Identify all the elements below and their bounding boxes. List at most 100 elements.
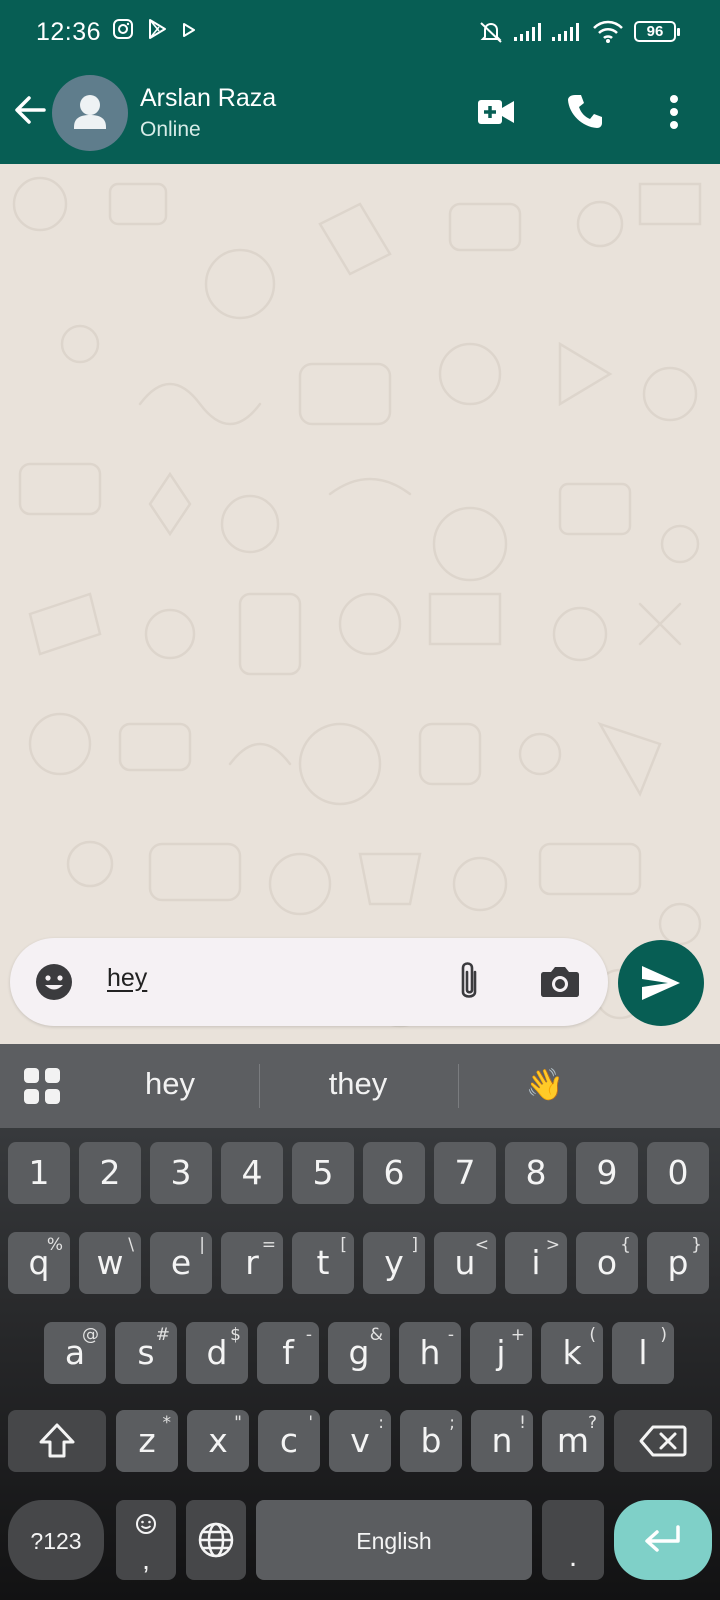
key-t[interactable]: t[ xyxy=(292,1232,354,1294)
key-hint: ' xyxy=(308,1413,313,1433)
key-hint: " xyxy=(234,1413,242,1433)
wallpaper-pattern xyxy=(12,176,702,1028)
key-hint: : xyxy=(378,1413,384,1433)
avatar[interactable] xyxy=(52,75,128,151)
key-j[interactable]: j + xyxy=(470,1322,532,1384)
suggestion-2[interactable]: they xyxy=(278,1066,438,1102)
play-store-icon xyxy=(149,19,166,39)
key-hint: | xyxy=(199,1235,205,1255)
key-p[interactable]: p} xyxy=(647,1232,709,1294)
backspace-key[interactable] xyxy=(614,1410,712,1472)
key-e[interactable]: e | xyxy=(150,1232,212,1294)
key-h[interactable]: h- xyxy=(399,1322,461,1384)
key-hint: ( xyxy=(589,1325,596,1345)
key-hint: - xyxy=(447,1325,454,1345)
key-4[interactable]: 4 xyxy=(221,1142,283,1204)
message-composer: hey xyxy=(10,938,608,1026)
attach-icon[interactable] xyxy=(455,958,483,1006)
send-button[interactable] xyxy=(618,940,704,1026)
key-r[interactable]: r = xyxy=(221,1232,283,1294)
suggestion-1[interactable]: hey xyxy=(100,1066,240,1102)
key-q[interactable]: q% xyxy=(8,1232,70,1294)
key-x[interactable]: x " xyxy=(187,1410,249,1472)
key-hint: < xyxy=(474,1235,489,1255)
key-g[interactable]: g & xyxy=(328,1322,390,1384)
camera-icon[interactable] xyxy=(540,964,580,998)
key-9[interactable]: 9 xyxy=(576,1142,638,1204)
key-n[interactable]: n! xyxy=(471,1410,533,1472)
key-v[interactable]: v: xyxy=(329,1410,391,1472)
key-hint: [ xyxy=(340,1235,347,1255)
status-bar: 12:36 96 xyxy=(0,0,720,62)
contact-status: Online xyxy=(140,118,201,141)
key-0[interactable]: 0 xyxy=(647,1142,709,1204)
enter-key[interactable] xyxy=(614,1500,712,1580)
key-hint: + xyxy=(510,1325,525,1345)
key-hint: & xyxy=(369,1325,383,1345)
suggestion-divider xyxy=(259,1064,260,1108)
language-key[interactable] xyxy=(186,1500,246,1580)
chat-header: Arslan Raza Online xyxy=(0,62,720,164)
message-input[interactable]: hey xyxy=(107,964,147,993)
key-5[interactable]: 5 xyxy=(292,1142,354,1204)
contact-name[interactable]: Arslan Raza xyxy=(140,84,276,113)
key-hint: @ xyxy=(82,1325,99,1345)
key-k[interactable]: k( xyxy=(541,1322,603,1384)
key-label: 3 xyxy=(170,1153,192,1192)
key-z[interactable]: z * xyxy=(116,1410,178,1472)
chat-area[interactable] xyxy=(0,164,720,1044)
status-time: 12:36 xyxy=(36,18,102,46)
suggestion-3[interactable]: 👋 xyxy=(480,1066,610,1103)
key-hint: * xyxy=(162,1413,172,1433)
key-label: 4 xyxy=(241,1153,263,1192)
shift-key[interactable] xyxy=(8,1410,106,1472)
key-i[interactable]: i > xyxy=(505,1232,567,1294)
voice-call-icon[interactable] xyxy=(566,92,604,130)
key-s[interactable]: s # xyxy=(115,1322,177,1384)
space-key-label: English xyxy=(356,1528,432,1554)
key-m[interactable]: m? xyxy=(542,1410,604,1472)
key-c[interactable]: c ' xyxy=(258,1410,320,1472)
key-label: 7 xyxy=(454,1153,476,1192)
key-hint: { xyxy=(620,1235,631,1255)
key-o[interactable]: o{ xyxy=(576,1232,638,1294)
key-7[interactable]: 7 xyxy=(434,1142,496,1204)
signal-icon xyxy=(552,23,579,41)
key-label: 6 xyxy=(383,1153,405,1192)
emoji-icon[interactable] xyxy=(34,962,74,1002)
keyboard-menu-icon[interactable] xyxy=(24,1068,60,1104)
enter-icon xyxy=(645,1525,680,1552)
period-key[interactable]: . xyxy=(542,1500,604,1580)
key-b[interactable]: b; xyxy=(400,1410,462,1472)
key-f[interactable]: f- xyxy=(257,1322,319,1384)
video-call-icon[interactable] xyxy=(478,98,514,126)
key-hint: ? xyxy=(587,1413,597,1433)
key-hint: % xyxy=(46,1235,63,1255)
key-3[interactable]: 3 xyxy=(150,1142,212,1204)
shift-icon xyxy=(39,1423,75,1458)
key-w[interactable]: w \ xyxy=(79,1232,141,1294)
key-hint: # xyxy=(155,1325,170,1345)
back-arrow-icon[interactable] xyxy=(12,92,48,128)
key-hint: = xyxy=(261,1235,276,1255)
key-a[interactable]: a @ xyxy=(44,1322,106,1384)
instagram-icon xyxy=(113,19,133,39)
key-d[interactable]: d $ xyxy=(186,1322,248,1384)
key-l[interactable]: l) xyxy=(612,1322,674,1384)
key-8[interactable]: 8 xyxy=(505,1142,567,1204)
space-key[interactable]: English xyxy=(256,1500,532,1580)
symbols-key-label: ?123 xyxy=(30,1528,82,1554)
key-2[interactable]: 2 xyxy=(79,1142,141,1204)
key-1[interactable]: 1 xyxy=(8,1142,70,1204)
more-options-icon[interactable] xyxy=(668,94,680,130)
symbols-key[interactable]: ?123 xyxy=(8,1500,104,1580)
key-6[interactable]: 6 xyxy=(363,1142,425,1204)
key-u[interactable]: u < xyxy=(434,1232,496,1294)
key-label: 0 xyxy=(667,1153,689,1192)
key-label: 9 xyxy=(596,1153,618,1192)
key-y[interactable]: y] xyxy=(363,1232,425,1294)
comma-key[interactable]: , xyxy=(116,1500,176,1580)
key-hint: \ xyxy=(128,1235,134,1255)
signal-icon xyxy=(514,23,541,41)
emoji-key-icon xyxy=(136,1514,156,1534)
